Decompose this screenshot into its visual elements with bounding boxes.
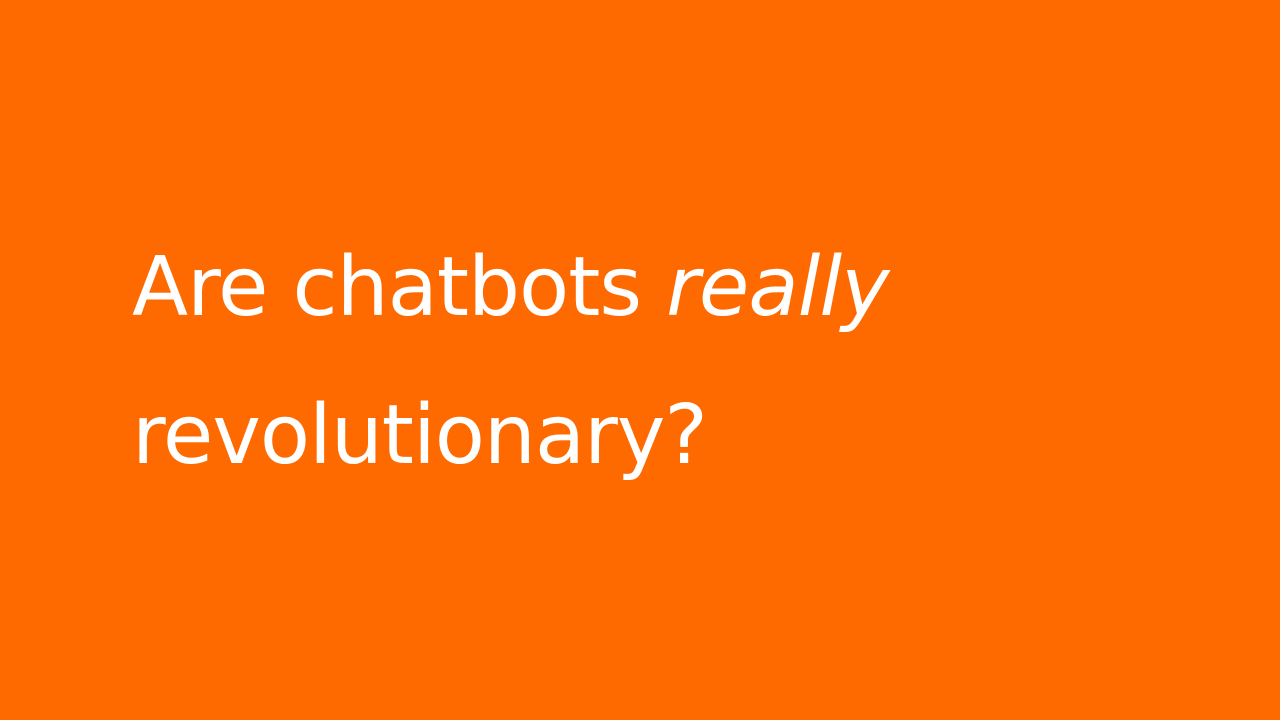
headline-line-2: revolutionary? <box>132 388 708 483</box>
slide-background: Are chatbots really revolutionary? <box>0 0 1280 720</box>
headline-prefix: Are chatbots <box>132 240 642 335</box>
headline-line-1: Are chatbots really <box>132 214 890 362</box>
headline: Are chatbots really revolutionary? <box>132 214 890 510</box>
headline-emphasis: really <box>666 240 890 335</box>
